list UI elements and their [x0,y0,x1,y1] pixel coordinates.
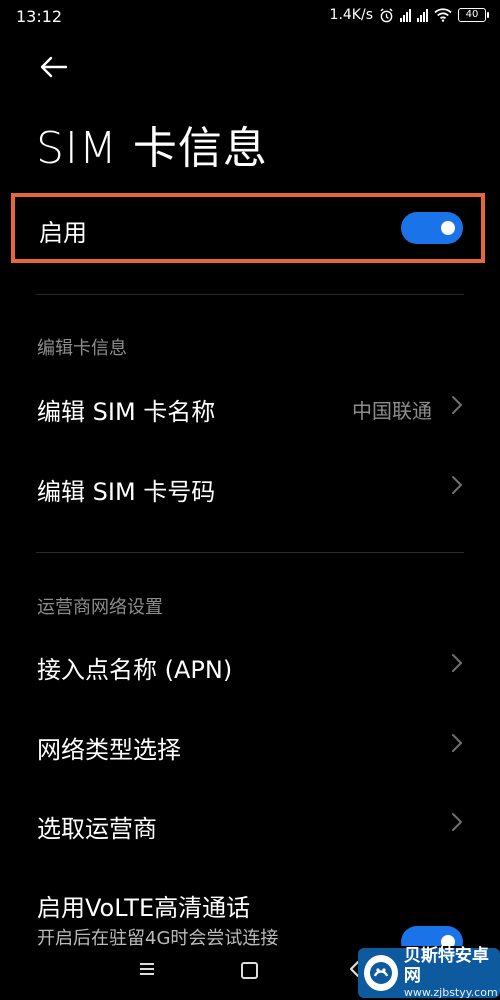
enable-sim-row[interactable]: 启用 [11,193,485,263]
volte-label: 启用VoLTE高清通话 [37,894,251,922]
chevron-right-icon [452,396,462,414]
apn-label: 接入点名称 (APN) [37,656,233,684]
apn-row[interactable]: 接入点名称 (APN) [0,628,500,700]
edit-sim-name-row[interactable]: 编辑 SIM 卡名称 中国联通 [0,370,500,442]
alarm-icon [380,7,393,22]
arrow-left-icon [40,56,68,78]
watermark-url: www.zjbstyy.com [403,986,498,999]
enable-switch[interactable] [401,212,463,244]
chevron-right-icon [452,813,462,831]
sim-name-value: 中国联通 [352,399,432,423]
enable-label: 启用 [39,219,87,247]
status-bar: 13:12 1.4K/s 40 [0,0,500,34]
menu-icon[interactable] [139,962,155,976]
status-time: 13:12 [16,7,63,26]
switch-knob [441,221,455,235]
edit-sim-name-label: 编辑 SIM 卡名称 [37,398,216,426]
edit-sim-number-label: 编辑 SIM 卡号码 [37,478,216,506]
chevron-right-icon [452,476,462,494]
signal-icon-sim2 [417,8,428,22]
signal-icon-sim1 [400,8,411,22]
select-carrier-row[interactable]: 选取运营商 [0,787,500,859]
wifi-icon [434,8,452,22]
page-title: SIM 卡信息 [36,123,268,174]
watermark-logo-icon [364,955,398,991]
section-header-carrier: 运营商网络设置 [37,597,163,618]
chevron-right-icon [452,654,462,672]
chevron-right-icon [452,734,462,752]
edit-sim-number-row[interactable]: 编辑 SIM 卡号码 [0,450,500,522]
network-type-row[interactable]: 网络类型选择 [0,708,500,780]
divider [36,552,464,553]
network-speed: 1.4K/s [329,7,373,23]
divider [36,294,464,295]
watermark-name: 贝斯特安卓网 [403,946,489,986]
select-carrier-label: 选取运营商 [37,815,157,843]
home-icon[interactable] [241,962,258,979]
section-header-edit: 编辑卡信息 [37,338,127,359]
status-icons: 1.4K/s 40 [329,7,489,23]
battery-icon: 40 [458,8,489,22]
watermark-badge: 贝斯特安卓网 www.zjbstyy.com [358,946,500,999]
back-button[interactable] [36,52,70,82]
network-type-label: 网络类型选择 [37,736,181,764]
